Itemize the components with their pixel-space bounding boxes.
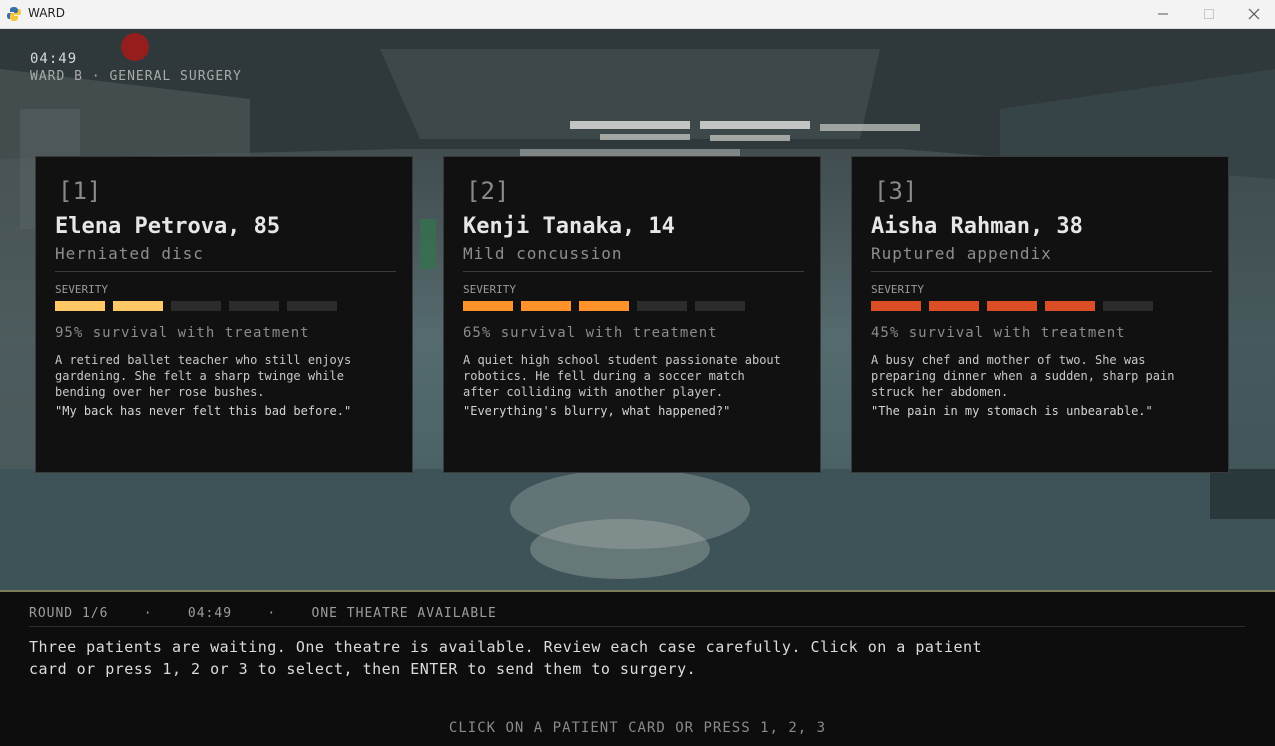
minimize-button[interactable] (1140, 0, 1186, 28)
maximize-button[interactable] (1186, 0, 1232, 28)
theatre-availability: ONE THEATRE AVAILABLE (311, 606, 497, 621)
patient-quote: "My back has never felt this bad before.… (55, 404, 352, 418)
severity-segment-empty (229, 301, 279, 311)
card-divider (871, 271, 1212, 272)
card-number: [3] (874, 177, 918, 205)
patient-name: Aisha Rahman, 38 (871, 214, 1083, 239)
patient-card-2[interactable]: [2] Kenji Tanaka, 14 Mild concussion SEV… (443, 156, 821, 473)
status-separator: · (267, 606, 277, 621)
maximize-icon (1204, 9, 1214, 19)
severity-segment-filled (929, 301, 979, 311)
severity-segment-filled (579, 301, 629, 311)
game-window: WARD 04:49 WARD B · GENERAL SURGERY [1] … (0, 0, 1275, 746)
patient-quote: "Everything's blurry, what happened?" (463, 404, 731, 418)
window-title: WARD (28, 6, 65, 20)
hud-clock: 04:49 (30, 51, 78, 67)
severity-segment-filled (521, 301, 571, 311)
patient-name: Elena Petrova, 85 (55, 214, 281, 239)
patient-quote: "The pain in my stomach is unbearable." (871, 404, 1153, 418)
bottom-dialog-panel: ROUND 1/6 · 04:49 · ONE THEATRE AVAILABL… (0, 590, 1275, 746)
patient-description: A quiet high school student passionate a… (463, 353, 781, 399)
input-prompt: CLICK ON A PATIENT CARD OR PRESS 1, 2, 3 (448, 720, 827, 736)
severity-label: SEVERITY (463, 283, 516, 296)
severity-segment-filled (871, 301, 921, 311)
patient-description: A busy chef and mother of two. She was p… (871, 353, 1175, 399)
status-line: ROUND 1/6 · 04:49 · ONE THEATRE AVAILABL… (29, 606, 497, 621)
hospital-corridor-scene: 04:49 WARD B · GENERAL SURGERY [1] Elena… (0, 29, 1275, 590)
patient-condition: Herniated disc (55, 244, 204, 263)
severity-segment-empty (1103, 301, 1153, 311)
severity-label: SEVERITY (871, 283, 924, 296)
survival-rate: 65% survival with treatment (463, 325, 718, 341)
patient-card-1[interactable]: [1] Elena Petrova, 85 Herniated disc SEV… (35, 156, 413, 473)
severity-segment-filled (463, 301, 513, 311)
survival-rate: 45% survival with treatment (871, 325, 1126, 341)
severity-segment-filled (55, 301, 105, 311)
status-separator: · (143, 606, 153, 621)
round-counter: ROUND 1/6 (29, 606, 109, 621)
status-time: 04:49 (187, 606, 233, 621)
severity-segment-filled (1045, 301, 1095, 311)
panel-divider (29, 626, 1245, 627)
severity-segment-filled (987, 301, 1037, 311)
severity-segment-filled (113, 301, 163, 311)
card-number: [1] (58, 177, 102, 205)
patient-condition: Mild concussion (463, 244, 623, 263)
card-divider (463, 271, 804, 272)
patient-description: A retired ballet teacher who still enjoy… (55, 353, 352, 399)
severity-segment-empty (637, 301, 687, 311)
severity-segment-empty (287, 301, 337, 311)
severity-label: SEVERITY (55, 283, 108, 296)
python-snake-icon (7, 7, 21, 21)
minimize-icon (1158, 13, 1168, 15)
title-bar: WARD (0, 0, 1275, 29)
card-number: [2] (466, 177, 510, 205)
close-button[interactable] (1231, 0, 1275, 28)
card-divider (55, 271, 396, 272)
hud-ward-label: WARD B · GENERAL SURGERY (30, 69, 242, 84)
patient-name: Kenji Tanaka, 14 (463, 214, 675, 239)
patient-condition: Ruptured appendix (871, 244, 1052, 263)
patient-card-3[interactable]: [3] Aisha Rahman, 38 Ruptured appendix S… (851, 156, 1229, 473)
severity-segment-empty (171, 301, 221, 311)
survival-rate: 95% survival with treatment (55, 325, 310, 341)
narration-message: Three patients are waiting. One theatre … (29, 638, 983, 678)
close-icon (1248, 8, 1260, 20)
severity-segment-empty (695, 301, 745, 311)
